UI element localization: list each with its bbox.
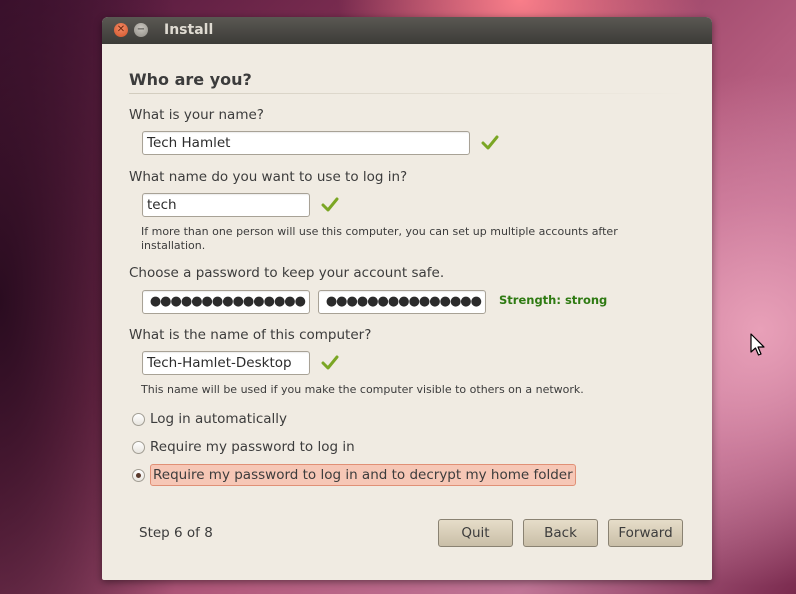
- radio-button[interactable]: [132, 441, 145, 454]
- step-indicator: Step 6 of 8: [139, 525, 213, 541]
- computer-name-field[interactable]: Tech-Hamlet-Desktop: [142, 351, 310, 375]
- username-label: What name do you want to use to log in?: [129, 169, 408, 185]
- radio-button[interactable]: [132, 469, 145, 482]
- username-field[interactable]: tech: [142, 193, 310, 217]
- forward-button[interactable]: Forward: [608, 519, 683, 547]
- checkmark-icon: [481, 135, 499, 150]
- minimize-icon[interactable]: −: [134, 23, 148, 37]
- name-field[interactable]: Tech Hamlet: [142, 131, 470, 155]
- password-label: Choose a password to keep your account s…: [129, 265, 445, 281]
- radio-button[interactable]: [132, 413, 145, 426]
- username-note: If more than one person will use this co…: [141, 225, 618, 252]
- mouse-pointer-icon: [750, 333, 765, 356]
- checkmark-icon: [321, 355, 339, 370]
- title-bar[interactable]: ✕ − Install: [102, 17, 712, 44]
- computer-name-note: This name will be used if you make the c…: [141, 383, 584, 396]
- password-field[interactable]: ●●●●●●●●●●●●●●●: [142, 290, 310, 314]
- radio-label: Log in automatically: [150, 411, 288, 427]
- page-title: Who are you?: [129, 70, 252, 89]
- installer-window: ✕ − Install Who are you? What is your na…: [102, 17, 712, 580]
- radio-label: Require my password to log in and to dec…: [150, 464, 576, 486]
- checkmark-icon: [321, 197, 339, 212]
- back-button[interactable]: Back: [523, 519, 598, 547]
- password-strength: Strength: strong: [499, 293, 608, 307]
- name-label: What is your name?: [129, 107, 264, 123]
- window-title: Install: [164, 22, 214, 38]
- divider: [129, 93, 689, 94]
- confirm-password-field[interactable]: ●●●●●●●●●●●●●●●: [318, 290, 486, 314]
- computer-name-label: What is the name of this computer?: [129, 327, 372, 343]
- quit-button[interactable]: Quit: [438, 519, 513, 547]
- close-icon[interactable]: ✕: [114, 23, 128, 37]
- radio-label: Require my password to log in: [150, 439, 355, 455]
